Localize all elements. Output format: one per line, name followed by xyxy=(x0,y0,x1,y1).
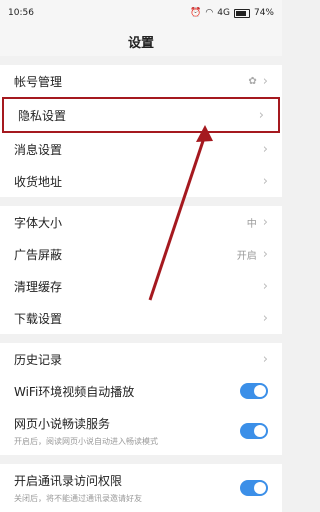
row-sublabel: 关闭后，将不能通过通讯录邀请好友 xyxy=(14,494,142,503)
row-ad-block[interactable]: 广告屏蔽 开启 › xyxy=(0,238,282,270)
row-label: 消息设置 xyxy=(14,142,63,157)
status-bar: 10:56 ⏰ ◠ 4G 74% xyxy=(0,0,282,26)
page-title: 设置 xyxy=(0,26,282,56)
row-message-settings[interactable]: 消息设置 › xyxy=(0,133,282,165)
chevron-right-icon: › xyxy=(262,141,268,157)
row-label: 隐私设置 xyxy=(18,108,67,123)
row-label: 字体大小 xyxy=(14,215,63,230)
row-sublabel: 开启后，阅读网页小说自动进入畅读模式 xyxy=(14,437,158,446)
row-label: 清理缓存 xyxy=(14,279,63,294)
row-label: 广告屏蔽 xyxy=(14,247,63,262)
row-shipping-address[interactable]: 收货地址 › xyxy=(0,165,282,197)
row-label: 历史记录 xyxy=(14,352,63,367)
battery-icon xyxy=(233,8,250,18)
row-value: 中 xyxy=(246,218,257,230)
settings-group-browsing: 历史记录 › WiFi环境视频自动播放 网页小说畅读服务 开启后，阅读网页小说自… xyxy=(0,343,282,455)
wifi-icon: ◠ xyxy=(205,8,214,18)
row-label: WiFi环境视频自动播放 xyxy=(14,384,135,399)
chevron-right-icon: › xyxy=(262,278,268,294)
row-novel-reader: 网页小说畅读服务 开启后，阅读网页小说自动进入畅读模式 xyxy=(0,407,282,455)
row-wifi-autoplay: WiFi环境视频自动播放 xyxy=(0,375,282,407)
row-label: 开启通讯录访问权限 xyxy=(14,474,123,488)
settings-group-account: 帐号管理 ✿ › 隐私设置 › 消息设置 › 收货地址 › xyxy=(0,65,282,197)
alarm-icon: ⏰ xyxy=(190,8,202,18)
battery-percent: 74% xyxy=(253,8,274,18)
settings-group-contacts: 开启通讯录访问权限 关闭后，将不能通过通讯录邀请好友 xyxy=(0,464,282,512)
row-privacy-settings[interactable]: 隐私设置 › xyxy=(2,97,280,133)
chevron-right-icon: › xyxy=(262,310,268,326)
wifi-autoplay-toggle[interactable] xyxy=(240,383,268,399)
row-value: 开启 xyxy=(236,250,257,262)
network-label: 4G xyxy=(217,8,230,18)
chevron-right-icon: › xyxy=(262,214,268,230)
chevron-right-icon: › xyxy=(262,246,268,262)
row-label: 下载设置 xyxy=(14,311,63,326)
row-label: 网页小说畅读服务 xyxy=(14,417,111,431)
row-font-size[interactable]: 字体大小 中 › xyxy=(0,206,282,238)
chevron-right-icon: › xyxy=(258,107,264,123)
paw-icon: ✿ xyxy=(248,75,257,87)
row-label: 帐号管理 xyxy=(14,74,63,89)
row-download-settings[interactable]: 下载设置 › xyxy=(0,302,282,334)
row-account-management[interactable]: 帐号管理 ✿ › xyxy=(0,65,282,97)
contacts-permission-toggle[interactable] xyxy=(240,480,268,496)
row-clear-cache[interactable]: 清理缓存 › xyxy=(0,270,282,302)
novel-reader-toggle[interactable] xyxy=(240,423,268,439)
status-icons: ⏰ ◠ 4G 74% xyxy=(190,8,274,18)
status-time: 10:56 xyxy=(8,8,34,18)
chevron-right-icon: › xyxy=(262,351,268,367)
row-history[interactable]: 历史记录 › xyxy=(0,343,282,375)
chevron-right-icon: › xyxy=(262,173,268,189)
row-contacts-permission: 开启通讯录访问权限 关闭后，将不能通过通讯录邀请好友 xyxy=(0,464,282,512)
settings-group-display: 字体大小 中 › 广告屏蔽 开启 › 清理缓存 › 下载设置 › xyxy=(0,206,282,334)
chevron-right-icon: › xyxy=(262,73,268,89)
row-label: 收货地址 xyxy=(14,174,63,189)
